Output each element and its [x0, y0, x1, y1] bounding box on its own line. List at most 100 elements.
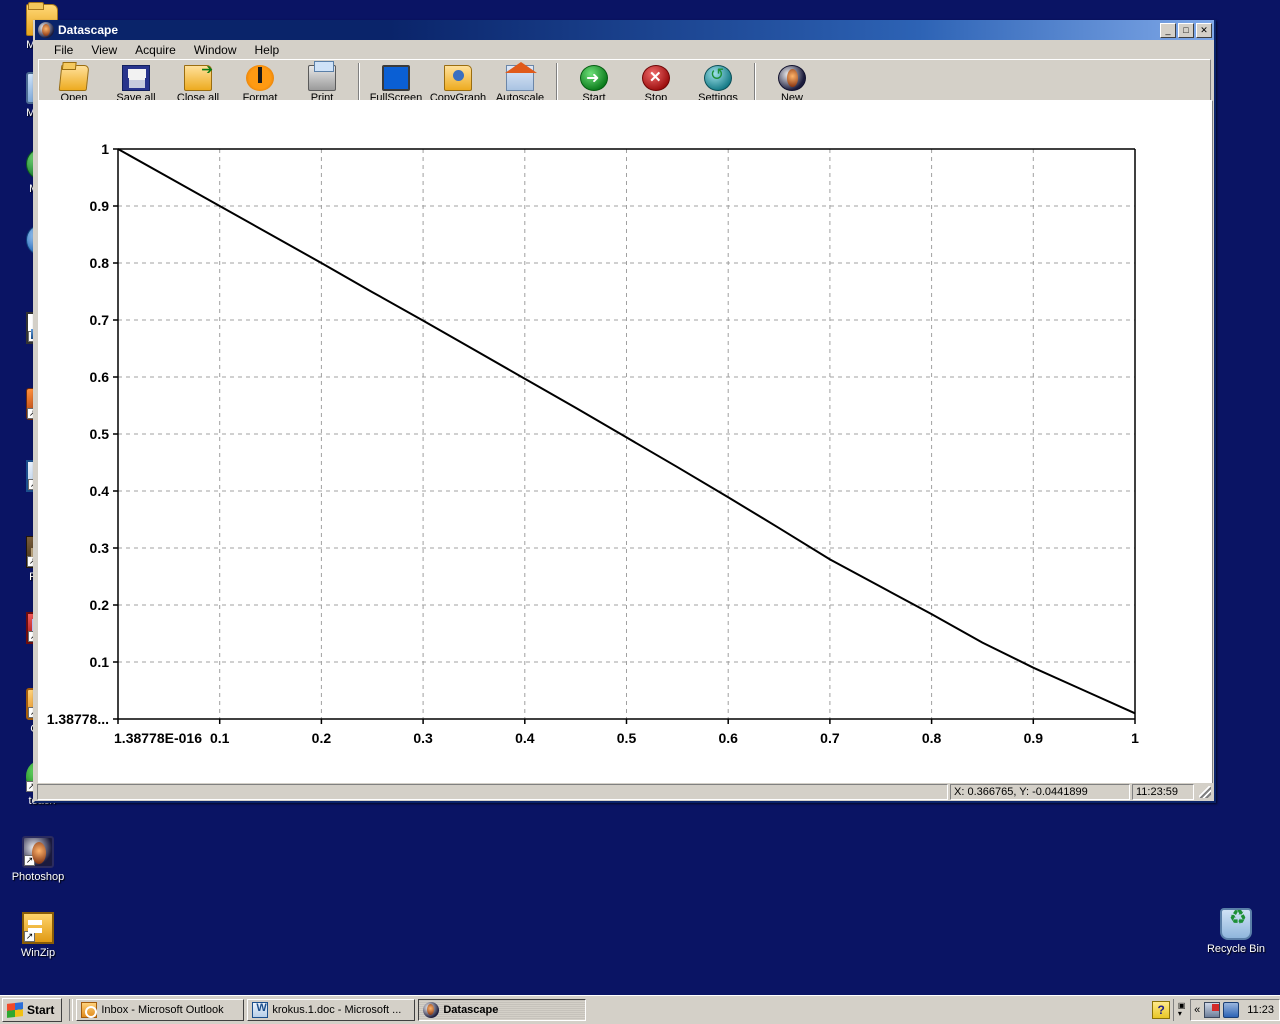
y-axis-tick-label: 0.4 — [90, 483, 110, 499]
toolbar-dropdown-icon[interactable]: ▣ ▾ — [1173, 999, 1187, 1021]
close-button[interactable]: ✕ — [1196, 22, 1212, 38]
y-axis-tick-label: 0.9 — [90, 198, 110, 214]
taskbar-button-label: Inbox - Microsoft Outlook — [101, 1004, 224, 1016]
toolbar-button-start[interactable]: Start — [563, 63, 625, 104]
outlook-icon — [81, 1002, 98, 1018]
plot-pane[interactable]: 1.38778E-016 0.1 0.2 0.3 0.4 0.5 0.6 0.7 0.8 0.9 1… — [38, 100, 1213, 800]
taskbar-button-label: krokus.1.doc - Microsoft ... — [272, 1004, 402, 1016]
toolbar-button-open[interactable]: Open — [43, 63, 105, 104]
word-icon — [252, 1002, 269, 1018]
recycle-icon — [1220, 908, 1252, 940]
taskbar-button-label: Datascape — [443, 1004, 499, 1016]
x-axis-tick-label: 0.7 — [820, 730, 840, 746]
help-icon[interactable]: ? — [1152, 1001, 1171, 1019]
system-tray: ? ▣ ▾ « 11:23 — [1149, 998, 1280, 1022]
screen-icon — [382, 65, 410, 91]
taskbar-outlook[interactable]: Inbox - Microsoft Outlook — [76, 999, 245, 1021]
x-axis-tick-label: 0.8 — [922, 730, 942, 746]
x-axis-tick-label: 0.5 — [617, 730, 637, 746]
toolbar-button-autoscale[interactable]: Autoscale — [489, 62, 551, 104]
printer-icon — [308, 61, 336, 91]
network-icon[interactable] — [1204, 1002, 1221, 1018]
taskbar-buttons: Inbox - Microsoft Outlook krokus.1.doc - … — [76, 999, 589, 1021]
taskbar: Start Inbox - Microsoft Outlook krokus.1.… — [0, 995, 1280, 1024]
house-icon — [505, 62, 537, 91]
toolbar-button-copygraph[interactable]: CopyGraph — [427, 63, 489, 104]
maximize-button[interactable]: □ — [1178, 22, 1194, 38]
settings-icon — [704, 65, 732, 91]
datascape-window: Datascape _ □ ✕ File View Acquire Window Hel… — [33, 20, 1216, 803]
y-axis-tick-label: 0.8 — [90, 255, 110, 271]
datascape-icon — [423, 1002, 440, 1018]
menu-item-file[interactable]: File — [45, 42, 82, 58]
toolbar-button-format[interactable]: Format — [229, 63, 291, 104]
window-titlebar[interactable]: Datascape _ □ ✕ — [35, 20, 1214, 40]
y-axis-tick-label: 0.3 — [90, 540, 110, 556]
y-axis-tick-label: 0.5 — [90, 426, 110, 442]
minimize-button[interactable]: _ — [1160, 22, 1176, 38]
status-bar: X: 0.366765, Y: -0.0441899 11:23:59 — [35, 783, 1214, 801]
winzip-icon: ↗ — [22, 912, 54, 944]
desktop-icon-winzip-app[interactable]: ↗ WinZip — [2, 912, 74, 959]
open-folder-icon — [58, 65, 90, 91]
toolbar-button-print[interactable]: Print — [291, 61, 353, 104]
datascape-icon — [38, 22, 54, 38]
notification-area: « 11:23 — [1190, 999, 1280, 1021]
close-folder-icon — [184, 61, 213, 91]
x-axis-tick-label: 0.6 — [718, 730, 738, 746]
windows-flag-icon — [7, 1002, 23, 1018]
desktop-icon-photoshop-app[interactable]: ↗ Photoshop — [2, 836, 74, 883]
toolbar-button-fullscreen[interactable]: FullScreen — [365, 63, 427, 104]
toolbar-button-new[interactable]: New — [761, 63, 823, 104]
y-axis-tick-labels: 1.38778... 0.1 0.2 0.3 0.4 0.5 0.6 0.7 0.8 0.9 1 — [47, 141, 109, 727]
y-axis-tick-label: 0.6 — [90, 369, 110, 385]
x-axis-tick-label: 0.4 — [515, 730, 535, 746]
red-stop-icon — [642, 65, 670, 91]
datascape-icon — [778, 65, 806, 91]
expand-tray-icon[interactable]: « — [1194, 1004, 1200, 1016]
copy-graph-icon — [444, 65, 472, 91]
shortcut-arrow-icon: ↗ — [24, 855, 35, 866]
toolbar-button-save-all[interactable]: Save all — [105, 63, 167, 104]
menu-item-help[interactable]: Help — [246, 42, 289, 58]
gear-icon — [246, 65, 274, 91]
cursor-coordinates: X: 0.366765, Y: -0.0441899 — [950, 784, 1130, 800]
taskbar-separator — [69, 999, 74, 1021]
y-axis-tick-label: 1 — [101, 141, 109, 157]
desktop-icon-label: Photoshop — [11, 871, 65, 883]
shortcut-arrow-icon: ↗ — [24, 931, 35, 942]
x-axis-tick-label: 0.2 — [312, 730, 332, 746]
x-axis-tick-label: 1 — [1131, 730, 1139, 746]
line-chart: 1.38778E-016 0.1 0.2 0.3 0.4 0.5 0.6 0.7 0.8 0.9 1… — [47, 141, 1139, 746]
menu-item-window[interactable]: Window — [185, 42, 246, 58]
desktop-icon-label: Recycle Bin — [1206, 943, 1266, 955]
desktop-icon-label: WinZip — [20, 947, 56, 959]
x-axis-tick-label: 1.38778E-016 — [114, 730, 202, 746]
display-icon[interactable] — [1223, 1002, 1240, 1018]
start-button-label: Start — [27, 1003, 55, 1017]
x-axis-tick-label: 0.9 — [1024, 730, 1044, 746]
menu-item-acquire[interactable]: Acquire — [126, 42, 185, 58]
toolbar-button-close-all[interactable]: Close all — [167, 61, 229, 104]
window-controls: _ □ ✕ — [1160, 22, 1212, 38]
start-button[interactable]: Start — [2, 998, 63, 1022]
resize-grip[interactable] — [1198, 785, 1212, 799]
y-axis-tick-label: 0.7 — [90, 312, 110, 328]
x-axis-tick-labels: 1.38778E-016 0.1 0.2 0.3 0.4 0.5 0.6 0.7 0.8 0.9 1 — [114, 730, 1139, 746]
x-axis-tick-label: 0.1 — [210, 730, 230, 746]
green-play-icon — [580, 65, 608, 91]
x-axis-tick-label: 0.3 — [413, 730, 433, 746]
taskbar-word[interactable]: krokus.1.doc - Microsoft ... — [247, 999, 416, 1021]
y-axis-tick-label: 0.1 — [90, 654, 110, 670]
taskbar-datascape[interactable]: Datascape — [418, 999, 587, 1021]
menu-item-view[interactable]: View — [82, 42, 126, 58]
desktop-icon-recycle-bin[interactable]: Recycle Bin — [1200, 908, 1272, 955]
y-axis-tick-label: 0.2 — [90, 597, 110, 613]
status-message — [37, 784, 948, 800]
window-title: Datascape — [58, 23, 119, 37]
taskbar-clock[interactable]: 11:23 — [1247, 1004, 1274, 1016]
toolbar-button-settings[interactable]: Settings — [687, 63, 749, 104]
toolbar-button-stop[interactable]: Stop — [625, 63, 687, 104]
status-clock: 11:23:59 — [1132, 784, 1194, 800]
floppy-disk-icon — [122, 65, 150, 91]
